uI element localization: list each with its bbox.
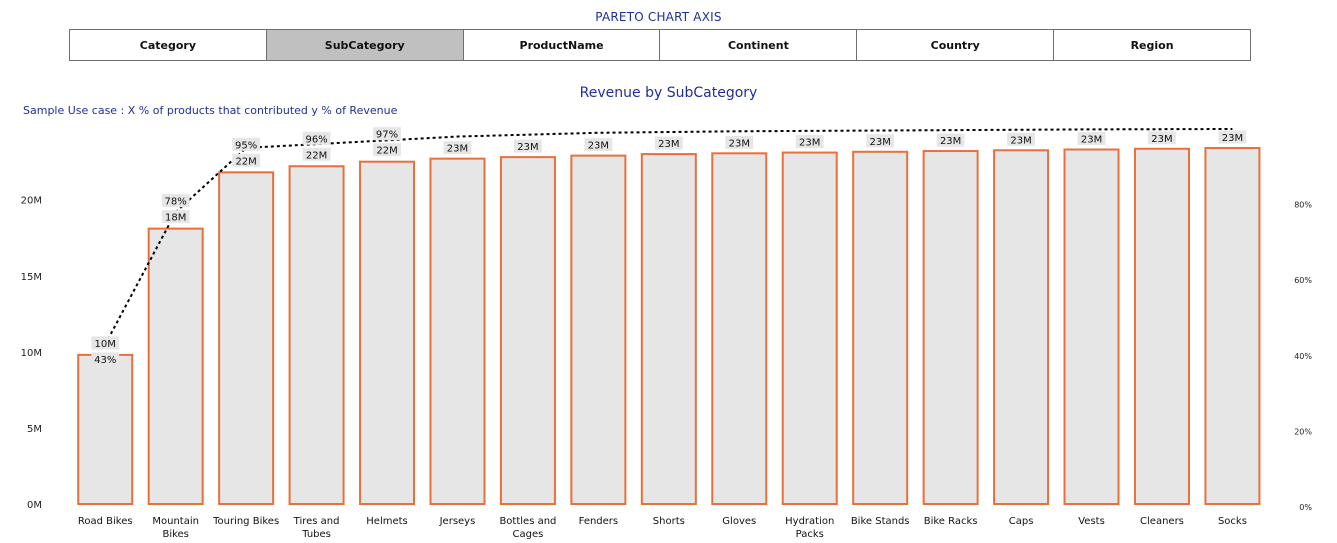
category-label: Shorts	[653, 516, 685, 527]
bar-mountain-bikes	[147, 227, 204, 505]
category-label: Tubes	[301, 529, 331, 540]
category-label: Hydration	[785, 516, 834, 527]
bar-jerseys	[429, 157, 486, 505]
bar-value-label: 23M	[588, 141, 609, 152]
y-tick-label: 5M	[27, 424, 42, 435]
bar-value-label: 23M	[1010, 135, 1031, 146]
bar-touring-bikes	[218, 171, 275, 505]
bar-value-label: 23M	[940, 136, 961, 147]
percent-label: 43%	[94, 355, 116, 366]
bar-value-label: 22M	[376, 146, 397, 157]
bar-tires-and-tubes	[288, 165, 345, 505]
category-label: Fenders	[579, 516, 619, 527]
bar-bike-racks	[922, 150, 979, 506]
pareto-chart: 0M 5M 10M 15M 20M 0% 20% 40% 60% 80% 10M 43% 18M 78% 2…	[21, 127, 1312, 540]
y-tick-label: 0M	[27, 500, 42, 511]
category-label: Bike Racks	[924, 516, 978, 527]
category-label: Road Bikes	[78, 516, 133, 527]
bar-value-label: 22M	[306, 150, 327, 161]
bar-value-label: 18M	[165, 213, 186, 224]
bar-value-label: 10M	[95, 339, 116, 350]
bar-value-label: 23M	[729, 138, 750, 149]
percent-label: 78%	[165, 197, 187, 208]
bar-bike-stands	[852, 150, 909, 506]
category-label: Mountain	[152, 516, 199, 527]
category-label: Bike Stands	[851, 516, 910, 527]
bar-socks	[1204, 147, 1261, 505]
bar-hydration-packs	[781, 151, 838, 505]
bar-bottles-and-cages	[499, 156, 556, 505]
bar-value-label: 23M	[447, 144, 468, 155]
category-label: Helmets	[366, 516, 407, 527]
y2-tick-label: 0%	[1299, 503, 1312, 512]
bar-road-bikes	[77, 353, 134, 505]
category-label: Vests	[1078, 516, 1105, 527]
bar-value-label: 23M	[658, 139, 679, 150]
y-tick-label: 20M	[21, 196, 42, 207]
category-label: Touring Bikes	[212, 516, 279, 527]
percent-label: 96%	[305, 134, 327, 145]
bar-value-label: 23M	[1222, 133, 1243, 144]
category-label: Caps	[1009, 516, 1034, 527]
category-label: Gloves	[722, 516, 756, 527]
bar-vests	[1063, 148, 1120, 505]
bar-value-label: 22M	[235, 156, 256, 167]
category-label: Bottles and	[499, 516, 556, 527]
bar-shorts	[640, 153, 697, 505]
y2-tick-label: 60%	[1294, 276, 1312, 285]
percent-label: 95%	[235, 140, 257, 151]
percent-label: 97%	[376, 130, 398, 141]
y2-tick-label: 80%	[1294, 201, 1312, 210]
y2-tick-label: 40%	[1294, 352, 1312, 361]
bar-cleaners	[1133, 147, 1190, 505]
bar-gloves	[711, 152, 768, 505]
y2-tick-label: 20%	[1294, 427, 1312, 436]
category-label: Socks	[1218, 516, 1247, 527]
category-label: Cleaners	[1140, 516, 1184, 527]
bar-value-label: 23M	[869, 137, 890, 148]
category-label: Packs	[796, 529, 824, 540]
bar-fenders	[570, 154, 627, 505]
bar-helmets	[359, 160, 416, 505]
bar-caps	[993, 149, 1050, 506]
category-label: Tires and	[293, 516, 340, 527]
bar-value-label: 23M	[1081, 135, 1102, 146]
category-label: Cages	[513, 529, 544, 540]
bar-value-label: 23M	[517, 142, 538, 153]
category-label: Bikes	[162, 529, 188, 540]
y-tick-label: 10M	[21, 348, 42, 359]
bar-value-label: 23M	[799, 138, 820, 149]
y-tick-label: 15M	[21, 272, 42, 283]
bar-value-label: 23M	[1151, 134, 1172, 145]
category-label: Jerseys	[439, 516, 476, 527]
